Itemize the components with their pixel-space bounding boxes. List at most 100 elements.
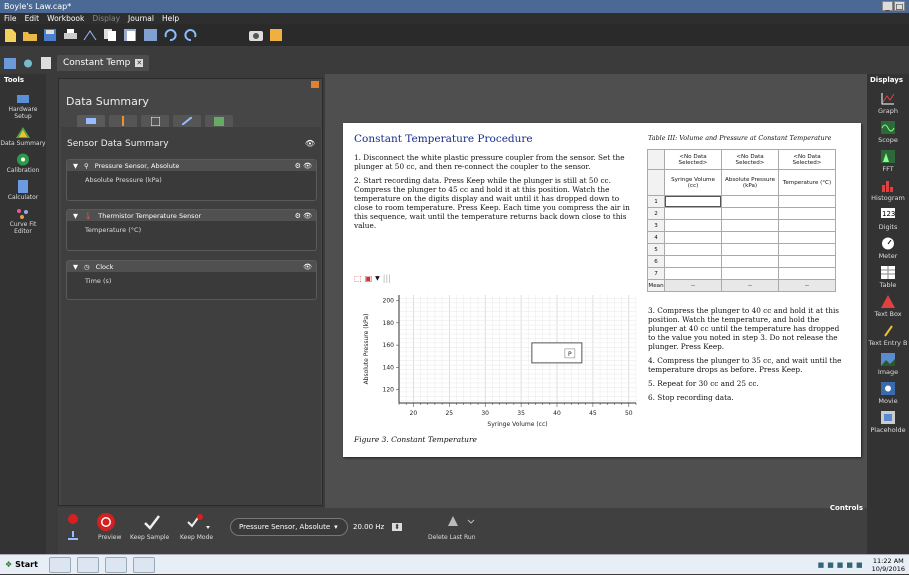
table-cell[interactable] xyxy=(778,255,836,268)
display-image[interactable]: Image xyxy=(867,353,909,376)
settings-eye-icon[interactable]: ⚙ 👁 xyxy=(295,212,312,220)
display-histogram[interactable]: Histogram xyxy=(867,179,909,202)
table-cell[interactable] xyxy=(778,231,836,244)
data-table[interactable]: <No Data Selected> <No Data Selected> <No … xyxy=(647,149,836,292)
tool-calculator[interactable]: Calculator xyxy=(0,180,46,201)
column-select[interactable]: <No Data Selected> xyxy=(778,149,836,170)
table-cell[interactable] xyxy=(721,219,779,232)
undo-icon[interactable] xyxy=(163,28,177,42)
delete-last-run-label[interactable]: Delete Last Run xyxy=(428,534,476,541)
column-select[interactable]: <No Data Selected> xyxy=(664,149,722,170)
keep-mode-icon[interactable] xyxy=(186,512,214,534)
capstone-taskbar-icon[interactable] xyxy=(76,556,99,573)
mode-toggle-icon[interactable] xyxy=(67,530,79,542)
rate-stepper-icon[interactable]: ⬍ xyxy=(392,523,403,531)
scale-to-fit-icon[interactable]: ⬚ xyxy=(354,274,362,283)
table-cell[interactable] xyxy=(664,219,722,232)
display-movie[interactable]: Movie xyxy=(867,382,909,405)
menu-help[interactable]: Help xyxy=(162,14,179,23)
open-folder-icon[interactable] xyxy=(23,28,37,42)
display-graph[interactable]: Graph xyxy=(867,92,909,115)
sensor-header[interactable]: ▼ ◷ Clock 👁 xyxy=(67,261,316,272)
table-cell[interactable] xyxy=(664,231,722,244)
keep-sample-icon[interactable] xyxy=(142,512,162,534)
gallery-icon[interactable] xyxy=(269,28,283,42)
table-cell[interactable] xyxy=(721,195,779,208)
tab-brush[interactable] xyxy=(173,115,201,127)
collapse-icon[interactable]: ▼ xyxy=(73,263,78,271)
tool-data-summary[interactable]: Data Summary xyxy=(0,126,46,147)
tab-sensors[interactable] xyxy=(77,115,105,127)
column-select[interactable]: <No Data Selected> xyxy=(721,149,779,170)
menu-file[interactable]: File xyxy=(4,14,17,23)
save-icon[interactable] xyxy=(43,28,57,42)
display-fft[interactable]: FFT xyxy=(867,150,909,173)
sample-rate-field[interactable]: 20.00 Hz ⬍ xyxy=(349,518,409,536)
maximize-button[interactable]: □ xyxy=(894,1,905,11)
add-page-icon[interactable] xyxy=(39,56,53,70)
tab-table[interactable] xyxy=(141,115,169,127)
record-mode-icon[interactable] xyxy=(67,513,79,527)
table-cell[interactable] xyxy=(778,207,836,220)
tab-properties[interactable] xyxy=(205,115,233,127)
data-selector-icon[interactable]: ▣ xyxy=(365,274,373,283)
redo-icon[interactable] xyxy=(183,28,197,42)
pressure-volume-graph[interactable]: 20 25 30 35 40 45 50 120 140 160 180 200 Syringe Vol… xyxy=(354,291,639,433)
display-text-box[interactable]: Text Box xyxy=(867,295,909,318)
measurement-label[interactable]: Temperature (°C) xyxy=(67,221,316,239)
tool-calibration[interactable]: Calibration xyxy=(0,153,46,174)
new-file-icon[interactable] xyxy=(3,28,17,42)
sensor-dropdown[interactable]: Pressure Sensor, Absolute ▾ xyxy=(230,518,348,536)
collapse-icon[interactable]: ▼ xyxy=(73,162,78,170)
display-digits[interactable]: 123 Digits xyxy=(867,208,909,231)
table-cell[interactable] xyxy=(664,255,722,268)
sensor-header[interactable]: ▼ ⚲ Pressure Sensor, Absolute ⚙ 👁 xyxy=(67,160,316,171)
procedure-text-right[interactable]: 3. Compress the plunger to 40 cc and hol… xyxy=(648,306,848,407)
display-text-entry[interactable]: Text Entry B xyxy=(867,324,909,347)
eye-icon[interactable]: 👁 xyxy=(303,263,312,271)
delete-run-icon[interactable] xyxy=(444,514,480,530)
sensor-header[interactable]: ▼ 🌡 Thermistor Temperature Sensor ⚙ 👁 xyxy=(67,210,316,221)
keep-sample-label[interactable]: Keep Sample xyxy=(130,534,169,541)
table-cell[interactable] xyxy=(664,207,722,220)
paste-icon[interactable] xyxy=(123,28,137,42)
ie-taskbar-icon[interactable] xyxy=(104,556,127,573)
page-thumbnails-icon[interactable] xyxy=(3,56,17,70)
pin-icon[interactable] xyxy=(311,81,319,88)
tab-constant-temp[interactable]: Constant Temp ✕ xyxy=(57,55,150,71)
experiment-setup-icon[interactable] xyxy=(83,28,97,42)
procedure-text[interactable]: 1. Disconnect the white plastic pressure… xyxy=(354,153,636,235)
table-cell[interactable] xyxy=(721,243,779,256)
copy-icon[interactable] xyxy=(103,28,117,42)
snapshot-icon[interactable] xyxy=(249,28,263,42)
collapse-icon[interactable]: ▼ xyxy=(73,212,78,220)
table-cell[interactable] xyxy=(778,267,836,280)
table-cell[interactable] xyxy=(721,267,779,280)
measurement-label[interactable]: Absolute Pressure (kPa) xyxy=(67,171,316,189)
menu-workbook[interactable]: Workbook xyxy=(47,14,84,23)
table-cell[interactable] xyxy=(664,243,722,256)
word-taskbar-icon[interactable] xyxy=(132,556,155,573)
minimize-button[interactable]: _ xyxy=(882,1,893,11)
display-scope[interactable]: Scope xyxy=(867,121,909,144)
table-cell[interactable] xyxy=(664,195,722,208)
tab-pencil[interactable] xyxy=(109,115,137,127)
menu-display[interactable]: Display xyxy=(92,14,120,23)
table-cell[interactable] xyxy=(721,207,779,220)
menu-edit[interactable]: Edit xyxy=(25,14,40,23)
tool-curve-fit-editor[interactable]: Curve Fit Editor xyxy=(0,207,46,235)
table-cell[interactable] xyxy=(778,243,836,256)
measurement-label[interactable]: Time (s) xyxy=(67,272,316,290)
keep-mode-label[interactable]: Keep Mode xyxy=(180,534,213,541)
table-cell[interactable] xyxy=(721,255,779,268)
record-button[interactable] xyxy=(96,512,116,534)
page-settings-icon[interactable] xyxy=(21,56,35,70)
menu-journal[interactable]: Journal xyxy=(128,14,154,23)
dropdown-arrow-icon[interactable]: ▼ xyxy=(375,275,380,282)
settings-eye-icon[interactable]: ⚙ 👁 xyxy=(295,162,312,170)
display-placeholder[interactable]: Placeholde xyxy=(867,411,909,434)
tool-hardware-setup[interactable]: Hardware Setup xyxy=(0,92,46,120)
eye-icon[interactable]: 👁 xyxy=(305,139,315,148)
explorer-taskbar-icon[interactable] xyxy=(48,556,71,573)
tray-icons[interactable]: ■■■■■ xyxy=(818,561,866,569)
